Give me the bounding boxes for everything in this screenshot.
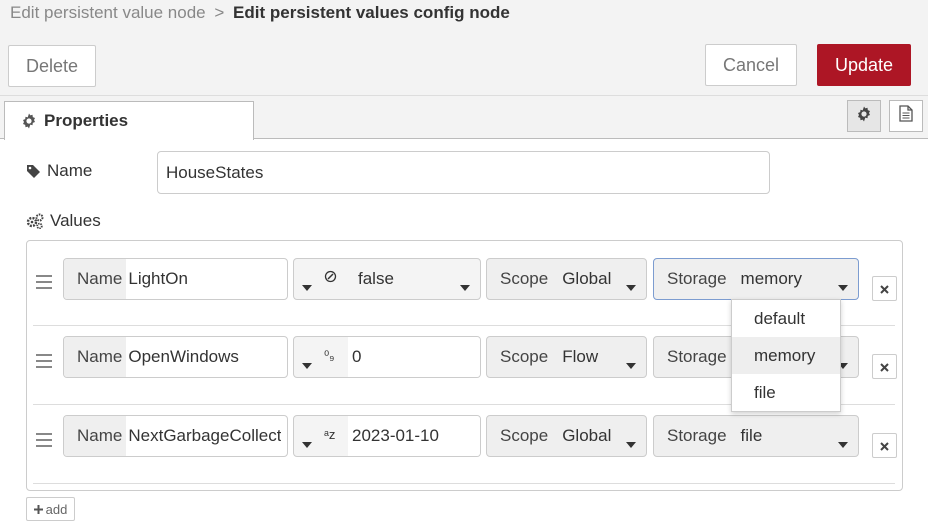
dropdown-option-default[interactable]: default: [732, 300, 840, 337]
gears-icon: [26, 213, 44, 229]
storage-select[interactable]: Storage file: [653, 415, 859, 457]
remove-row-button[interactable]: [872, 433, 897, 458]
caret-down-icon: [626, 354, 636, 374]
value-name-input[interactable]: NextGarbageCollect: [126, 426, 281, 446]
document-icon: [899, 105, 913, 127]
tab-properties-label: Properties: [44, 111, 129, 130]
name-label-text: Name: [47, 161, 93, 180]
value-name-field[interactable]: Name OpenWindows: [63, 336, 288, 378]
caret-down-icon: [626, 276, 636, 296]
value-name-field[interactable]: Name NextGarbageCollect: [63, 415, 288, 457]
caret-down-icon: [626, 433, 636, 453]
tab-properties[interactable]: Properties: [4, 101, 254, 140]
value-input[interactable]: 0: [348, 337, 480, 377]
row-divider: [33, 483, 895, 484]
value-name-label: Name: [64, 337, 127, 377]
gear-icon: [856, 106, 872, 127]
scope-value: Global: [562, 269, 612, 288]
close-icon: [880, 357, 889, 377]
scope-value: Flow: [562, 347, 599, 366]
storage-label: Storage: [667, 426, 727, 445]
breadcrumb-current: Edit persistent values config node: [233, 3, 510, 22]
remove-row-button[interactable]: [872, 354, 897, 379]
value-type-input[interactable]: ⁰₉ 0: [293, 336, 481, 378]
boolean-icon: [324, 270, 337, 286]
toolbar: Delete Cancel Update: [0, 36, 928, 96]
caret-down-icon: [838, 433, 848, 453]
value-name-label: Name: [64, 259, 127, 299]
value-name-input[interactable]: OpenWindows: [126, 347, 239, 367]
tag-icon: [27, 164, 40, 178]
breadcrumb-separator: >: [214, 3, 225, 22]
gear-icon: [21, 113, 37, 129]
scope-value: Global: [562, 426, 612, 445]
scope-select[interactable]: Scope Flow: [486, 336, 647, 378]
remove-row-button[interactable]: [872, 276, 897, 301]
number-icon: ⁰₉: [324, 348, 335, 363]
value-input[interactable]: 2023-01-10: [348, 416, 480, 456]
storage-value: memory: [740, 269, 802, 288]
breadcrumb: Edit persistent value node > Edit persis…: [0, 0, 928, 36]
caret-down-icon[interactable]: [302, 354, 312, 374]
scope-select[interactable]: Scope Global: [486, 415, 647, 457]
cancel-button[interactable]: Cancel: [705, 44, 797, 86]
dropdown-option-file[interactable]: file: [732, 374, 840, 411]
update-button[interactable]: Update: [817, 44, 911, 86]
storage-value: file: [740, 426, 763, 445]
value-name-input[interactable]: LightOn: [126, 269, 188, 289]
close-icon: [880, 436, 889, 456]
caret-down-icon[interactable]: [302, 433, 312, 453]
scope-select[interactable]: Scope Global: [486, 258, 647, 300]
storage-select[interactable]: Storage memory: [653, 258, 859, 300]
values-label: Values: [26, 211, 101, 231]
dropdown-option-memory[interactable]: memory: [732, 337, 840, 374]
caret-down-icon[interactable]: [460, 276, 470, 296]
value-name-label: Name: [64, 416, 127, 456]
add-button[interactable]: add: [26, 497, 75, 521]
settings-tab-button[interactable]: [847, 100, 881, 132]
plus-icon: [33, 504, 43, 514]
value-type-input[interactable]: false: [293, 258, 481, 300]
value-type-input[interactable]: ᵃz 2023-01-10: [293, 415, 481, 457]
caret-down-icon: [838, 276, 848, 296]
delete-button[interactable]: Delete: [8, 45, 96, 87]
add-label: add: [45, 501, 68, 517]
string-icon: ᵃz: [324, 427, 336, 442]
breadcrumb-previous[interactable]: Edit persistent value node: [10, 3, 206, 22]
description-tab-button[interactable]: [889, 100, 923, 132]
caret-down-icon[interactable]: [302, 276, 312, 296]
storage-dropdown-menu: default memory file: [731, 299, 841, 412]
name-input[interactable]: HouseStates: [157, 151, 770, 194]
scope-label: Scope: [500, 269, 549, 288]
close-icon: [880, 279, 889, 299]
drag-handle-icon[interactable]: [36, 275, 52, 289]
values-label-text: Values: [50, 211, 101, 230]
scope-label: Scope: [500, 426, 549, 445]
name-label: Name: [26, 161, 92, 181]
scope-label: Scope: [500, 347, 549, 366]
drag-handle-icon[interactable]: [36, 354, 52, 368]
storage-label: Storage: [667, 269, 727, 288]
storage-label: Storage: [667, 347, 727, 366]
tab-bar: Properties: [0, 96, 928, 140]
drag-handle-icon[interactable]: [36, 433, 52, 447]
value-name-field[interactable]: Name LightOn: [63, 258, 288, 300]
list-item: Name NextGarbageCollect ᵃz 2023-01-10 Sc…: [33, 405, 897, 483]
